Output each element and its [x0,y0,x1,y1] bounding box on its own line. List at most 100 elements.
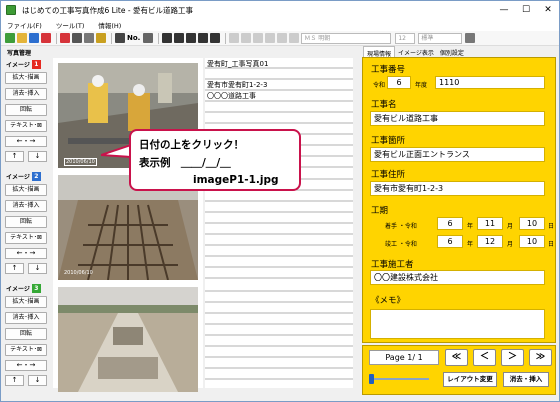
menu-file[interactable]: ファイル(F) [7,20,42,30]
fiscal-year-field[interactable]: 6 [387,76,411,89]
settings-icon[interactable] [96,33,106,43]
next-page-icon[interactable] [186,33,197,43]
arrow-buttons: ↑ ↓ [5,375,47,386]
zoom-draw-button[interactable]: 拡大･描画 [5,296,47,308]
up-button[interactable]: ↑ [5,375,24,386]
align-right-icon[interactable] [289,33,300,43]
pdf-icon[interactable] [41,33,51,43]
year-unit: 年 [467,241,474,248]
print-icon[interactable] [84,33,94,43]
down-button[interactable]: ↓ [28,375,47,386]
maximize-button[interactable]: ☐ [515,5,537,15]
font-size-select[interactable]: 12 [395,32,416,44]
end-label: 竣工 ・令和 [385,241,417,248]
zoom-draw-button[interactable]: 拡大･描画 [5,184,47,196]
bold-icon[interactable] [229,33,240,43]
image-number-badge: 2 [31,171,41,181]
app-icon [6,5,16,15]
delete-insert-button[interactable]: 消去･挿入 [5,312,47,324]
down-button[interactable]: ↓ [28,263,47,274]
end-year-field[interactable]: 6 [437,235,463,248]
prev-page-button[interactable]: ＜ [473,349,496,366]
toolbar-separator [158,32,160,44]
number-button[interactable]: No. [127,34,140,42]
start-year-field[interactable]: 6 [437,217,463,230]
left-right-button[interactable]: ←・→ [5,360,47,371]
left-right-button[interactable]: ←・→ [5,248,47,259]
italic-icon[interactable] [241,33,252,43]
image-group-3: イメージ 3 拡大･描画 消去･挿入 回転 テキスト･⊠ ←・→ ↑ ↓ [5,283,49,390]
memo-field[interactable] [370,309,545,339]
pager-panel: Page 1/ 1 ≪ ＜ ＞ ≫ レイアウト変更 消去・挿入 [362,345,556,395]
prev-page-icon[interactable] [174,33,185,43]
font-style-select[interactable]: 標準 [418,32,463,44]
callout-pointer [101,143,131,159]
menu-info[interactable]: 情報(H) [98,20,121,30]
layout-change-button[interactable]: レイアウト変更 [443,372,497,387]
tool-icon[interactable] [115,33,125,43]
app-window: はじめての工事写真作成6 Lite - 愛有ビル道路工事 — ☐ ✕ ファイル(… [0,0,560,402]
start-month-field[interactable]: 11 [477,217,503,230]
last-page-icon[interactable] [198,33,209,43]
left-right-button[interactable]: ←・→ [5,136,47,147]
callout-line: 日付の上をクリック！ [139,139,244,151]
description-line[interactable]: 愛有市愛有町1-2-3 [207,81,267,90]
align-center-icon[interactable] [277,33,288,43]
rotate-button[interactable]: 回転 [5,328,47,340]
open-icon[interactable] [17,33,27,43]
construction-address-field[interactable]: 愛有市愛有町1-2-3 [370,181,545,196]
page-indicator: Page 1/ 1 [369,350,439,365]
ruled-lines [205,67,353,380]
memo-label: 《メモ》 [371,296,406,306]
arrow-buttons: ↑ ↓ [5,151,47,162]
delete-insert-page-button[interactable]: 消去・挿入 [503,372,549,387]
export-icon[interactable] [60,33,70,43]
text-button[interactable]: テキスト･⊠ [5,232,47,244]
zoom-draw-button[interactable]: 拡大･描画 [5,72,47,84]
first-page-button[interactable]: ≪ [445,349,468,366]
underline-icon[interactable] [253,33,264,43]
up-button[interactable]: ↑ [5,263,24,274]
down-button[interactable]: ↓ [28,151,47,162]
start-day-field[interactable]: 10 [519,217,545,230]
save-icon[interactable] [29,33,39,43]
image-label: イメージ 3 [5,283,49,293]
description-line[interactable]: 愛有町_工事写真01 [207,60,268,69]
last-page-button[interactable]: ≫ [529,349,552,366]
next-page-button[interactable]: ＞ [501,349,524,366]
font-select[interactable]: ＭＳ 明朝 [301,32,392,44]
text-button[interactable]: テキスト･⊠ [5,120,47,132]
end-month-field[interactable]: 12 [477,235,503,248]
image-number-badge: 1 [31,59,41,69]
menu-tools[interactable]: ツール(T) [56,20,85,30]
color-icon[interactable] [465,33,476,43]
new-icon[interactable] [5,33,15,43]
delete-insert-button[interactable]: 消去･挿入 [5,200,47,212]
rotate-button[interactable]: 回転 [5,104,47,116]
description-line[interactable]: 〇〇〇道路工事 [207,92,256,101]
text-tool-icon[interactable] [143,33,154,43]
first-page-icon[interactable] [162,33,173,43]
construction-number-field[interactable]: 1110 [435,76,545,89]
swap-icon[interactable] [210,33,221,43]
construction-site-field[interactable]: 愛有ビル正面エントランス [370,147,545,162]
zoom-slider-track[interactable] [371,378,429,380]
contractor-field[interactable]: 〇〇建設株式会社 [370,270,545,285]
image-group-1: イメージ 1 拡大･描画 消去･挿入 回転 テキスト･⊠ ←・→ ↑ ↓ [5,59,49,166]
photo-column: 2010/06/10 2010/06/10 [53,58,203,392]
zoom-slider-handle[interactable] [369,374,374,384]
up-button[interactable]: ↑ [5,151,24,162]
callout-line: 表示例 ＿＿/＿/＿ [139,157,231,169]
photo-3[interactable] [58,287,198,392]
close-button[interactable]: ✕ [537,5,559,15]
photo-date-label[interactable]: 2010/06/10 [64,158,97,166]
text-button[interactable]: テキスト･⊠ [5,344,47,356]
arrow-buttons: ←・→ [5,360,47,371]
minimize-button[interactable]: — [493,5,515,15]
preview-icon[interactable] [72,33,82,43]
delete-insert-button[interactable]: 消去･挿入 [5,88,47,100]
align-left-icon[interactable] [265,33,276,43]
end-day-field[interactable]: 10 [519,235,545,248]
rotate-button[interactable]: 回転 [5,216,47,228]
construction-name-field[interactable]: 愛有ビル道路工事 [370,111,545,126]
